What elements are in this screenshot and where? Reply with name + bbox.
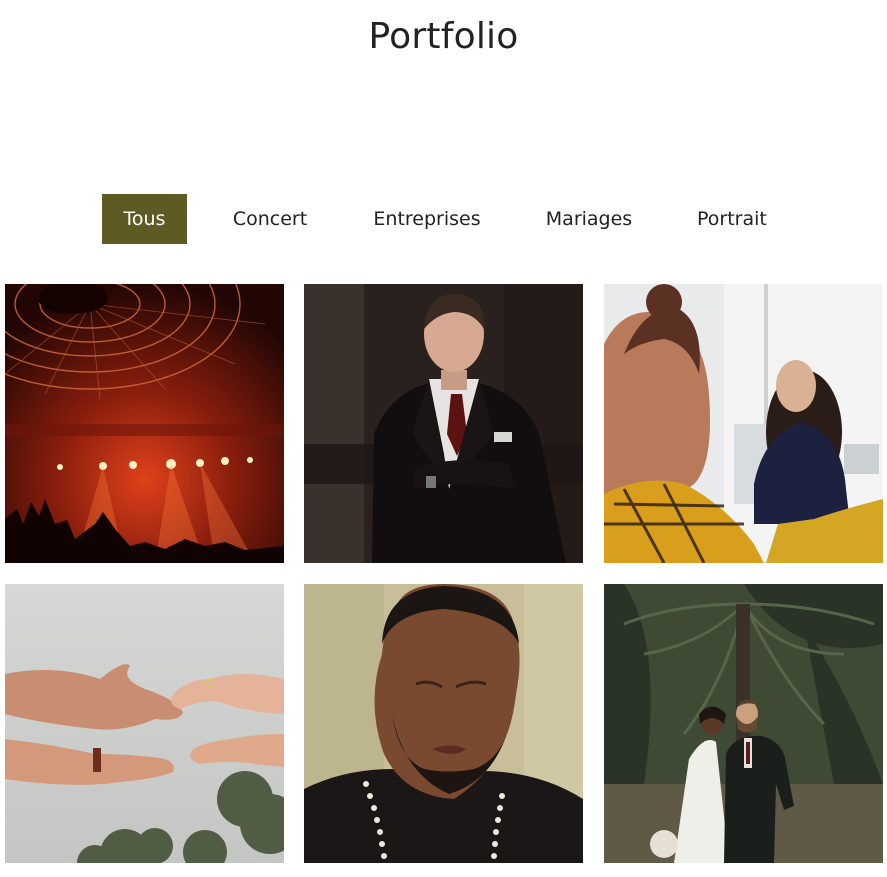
page-title: Portfolio: [368, 16, 519, 57]
businessman-portrait-photo[interactable]: [304, 284, 583, 563]
filter-concert[interactable]: Concert: [187, 194, 353, 244]
filter-tous[interactable]: Tous: [102, 194, 187, 244]
filter-portrait[interactable]: Portrait: [677, 194, 789, 244]
filter-mariages[interactable]: Mariages: [501, 194, 677, 244]
filter-entreprises[interactable]: Entreprises: [353, 194, 501, 244]
wedding-couple-photo[interactable]: [604, 584, 883, 863]
man-portrait-photo[interactable]: [304, 584, 583, 863]
portfolio-filter-bar: Tous Concert Entreprises Mariages Portra…: [102, 194, 789, 244]
concert-stage-photo[interactable]: [5, 284, 284, 563]
portfolio-page: Portfolio Tous Concert Entreprises Maria…: [0, 0, 887, 877]
wedding-hands-photo[interactable]: [5, 584, 284, 863]
office-meeting-photo[interactable]: [604, 284, 883, 563]
